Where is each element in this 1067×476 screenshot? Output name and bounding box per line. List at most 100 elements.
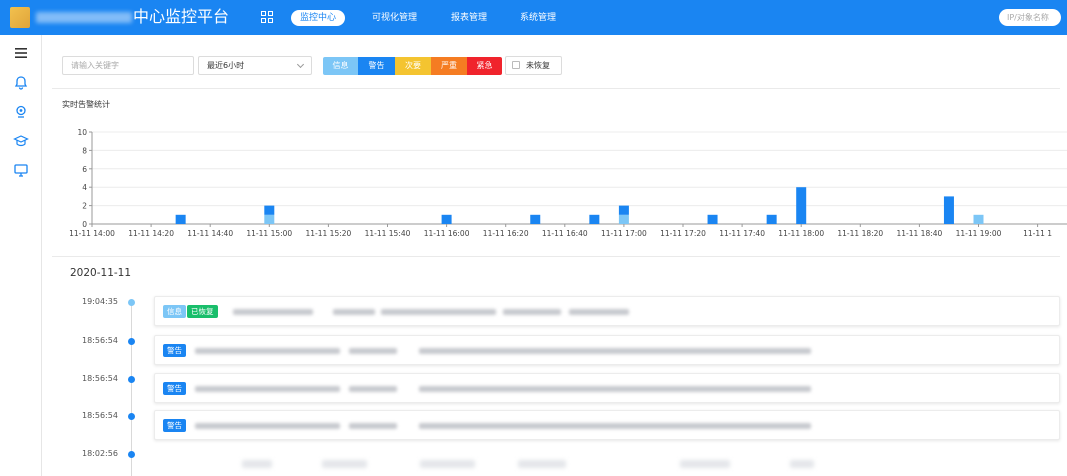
y-tick-label: 2 (82, 202, 87, 211)
graduation-cap-icon[interactable] (13, 133, 29, 149)
bar-s1-7[interactable] (766, 214, 777, 224)
redacted-text (349, 386, 397, 392)
redacted-text (680, 460, 730, 468)
event-tag: 警告 (163, 344, 186, 357)
event-time: 18:02:56 (82, 449, 118, 458)
x-tick-label: 11-11 18:00 (778, 229, 824, 238)
bar-s1-9[interactable] (943, 196, 954, 224)
redacted-text (195, 386, 340, 392)
x-tick-label: 11-11 16:40 (542, 229, 588, 238)
y-tick-label: 8 (82, 146, 87, 155)
event-tag: 警告 (163, 419, 186, 432)
redacted-text (242, 460, 272, 468)
checkbox-box (512, 61, 520, 69)
bar-s1-0[interactable] (175, 214, 186, 224)
x-tick-label: 11-11 15:40 (365, 229, 411, 238)
timeline-dot (128, 413, 135, 420)
timeline-dot (128, 338, 135, 345)
location-pin-icon[interactable] (13, 104, 29, 120)
redacted-text (381, 309, 496, 315)
alarm-stats-chart: 0 2 4 6 8 10 11-11 14:00 11-11 14:20 11-11 14:40… (69, 128, 1067, 238)
time-range-select[interactable]: 最近6小时 (198, 56, 312, 75)
bar-s1-3[interactable] (530, 214, 541, 224)
y-tick-label: 0 (82, 220, 87, 229)
nav-visualization[interactable]: 可视化管理 (372, 10, 417, 26)
y-tick-label: 6 (82, 165, 87, 174)
level-filter-3[interactable]: 严重 (431, 57, 467, 75)
bar-s1-1[interactable] (264, 205, 275, 215)
x-tick-label: 11-11 16:20 (483, 229, 529, 238)
x-tick-label: 11-11 15:20 (306, 229, 352, 238)
timeline-axis (131, 302, 132, 476)
event-tag: 信息 (163, 305, 186, 318)
bar-s0-2[interactable] (973, 214, 984, 224)
level-filter-4[interactable]: 紧急 (467, 57, 502, 75)
menu-icon[interactable] (13, 45, 29, 61)
unrecovered-checkbox[interactable]: 未恢复 (505, 56, 562, 75)
level-filter-0[interactable]: 信息 (323, 57, 358, 75)
event-card[interactable]: 信息 已恢复 (154, 296, 1060, 326)
bell-icon[interactable] (13, 75, 29, 91)
monitor-icon[interactable] (13, 162, 29, 178)
redacted-text (518, 460, 566, 468)
y-tick-label: 10 (77, 128, 87, 137)
redacted-text (790, 460, 814, 468)
event-card[interactable]: 警告 (154, 373, 1060, 403)
bar-s1-5[interactable] (618, 205, 629, 215)
x-tick-label: 11-11 17:40 (719, 229, 765, 238)
event-time: 18:56:54 (82, 374, 118, 383)
divider (52, 256, 1060, 257)
event-tag: 警告 (163, 382, 186, 395)
nav-system[interactable]: 系统管理 (520, 10, 556, 26)
event-time: 18:56:54 (82, 336, 118, 345)
redacted-text (349, 348, 397, 354)
level-filter-2[interactable]: 次要 (395, 57, 431, 75)
redacted-text (503, 309, 561, 315)
keyword-input[interactable]: 请输入关键字 (62, 56, 194, 75)
nav-monitor-center[interactable]: 监控中心 (291, 10, 346, 26)
event-time: 19:04:35 (82, 297, 118, 306)
y-tick-label: 4 (82, 183, 87, 192)
redacted-text (233, 309, 313, 315)
x-tick-label: 11-11 18:40 (897, 229, 943, 238)
timeline-dot (128, 451, 135, 458)
x-tick-label: 11-11 16:00 (424, 229, 470, 238)
redacted-text (195, 423, 340, 429)
event-time: 18:56:54 (82, 411, 118, 420)
x-tick-label: 11-11 17:00 (601, 229, 647, 238)
bar-s0-1[interactable] (618, 214, 629, 224)
event-tag: 已恢复 (187, 305, 218, 318)
timeline-dot (128, 376, 135, 383)
redacted-text (419, 348, 811, 354)
bar-s1-8[interactable] (796, 187, 807, 224)
apps-grid-icon[interactable] (261, 11, 273, 23)
redacted-text (420, 460, 475, 468)
x-tick-label: 11-11 19:00 (956, 229, 1002, 238)
divider (52, 88, 1060, 89)
event-card[interactable]: 警告 (154, 410, 1060, 440)
logo-icon (10, 7, 30, 28)
level-filter-1[interactable]: 警告 (358, 57, 395, 75)
timeline-date: 2020-11-11 (70, 267, 132, 279)
event-card[interactable]: 警告 (154, 335, 1060, 365)
nav-reports[interactable]: 报表管理 (451, 10, 487, 26)
x-tick-label: 11-11 18:20 (837, 229, 883, 238)
bar-s1-4[interactable] (589, 214, 600, 224)
x-tick-label: 11-11 1 (1023, 229, 1052, 238)
app-title-redacted (36, 12, 132, 23)
top-search-input[interactable]: IP/对象名称 (999, 9, 1061, 26)
chart-title: 实时告警统计 (62, 100, 110, 109)
x-tick-label: 11-11 14:40 (187, 229, 233, 238)
bar-s1-2[interactable] (441, 214, 452, 224)
sidebar (0, 35, 42, 476)
x-tick-label: 11-11 14:00 (69, 229, 115, 238)
x-tick-label: 11-11 17:20 (660, 229, 706, 238)
redacted-text (349, 423, 397, 429)
timeline-dot (128, 299, 135, 306)
x-tick-label: 11-11 14:20 (128, 229, 174, 238)
redacted-text (195, 348, 340, 354)
bar-s0-0[interactable] (264, 214, 275, 224)
redacted-text (333, 309, 375, 315)
top-bar: 中心监控平台 监控中心 可视化管理 报表管理 系统管理 IP/对象名称 (0, 0, 1067, 35)
bar-s1-6[interactable] (707, 214, 718, 224)
